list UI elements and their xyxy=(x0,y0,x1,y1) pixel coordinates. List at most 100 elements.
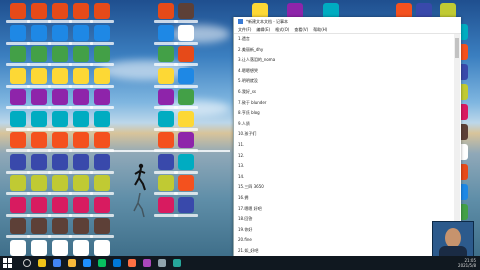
desktop-shortcut-icon[interactable] xyxy=(158,46,174,62)
file-explorer-icon[interactable] xyxy=(38,259,46,267)
desktop-shortcut-icon[interactable] xyxy=(94,132,110,148)
desktop-shortcut-icon[interactable] xyxy=(31,110,47,127)
text-area[interactable]: 1.遗言 2.美丽新_dhy 3.让人落泪的_noma 4.嗯嗯想哭 5.明明就没 6.我… xyxy=(238,36,449,264)
desktop-shortcut-icon[interactable] xyxy=(52,175,68,191)
desktop-shortcut-icon[interactable] xyxy=(178,153,194,170)
wechat-icon[interactable] xyxy=(98,259,106,267)
desktop-shortcut-icon[interactable] xyxy=(178,110,194,127)
desktop-shortcut-icon[interactable] xyxy=(52,89,68,105)
system-clock[interactable]: 21:05 2021/5/8 xyxy=(458,258,476,268)
desktop-shortcut-icon[interactable] xyxy=(10,196,26,213)
desktop-shortcut-icon[interactable] xyxy=(52,218,68,234)
desktop-shortcut-icon[interactable] xyxy=(73,218,89,234)
desktop-shortcut-icon[interactable] xyxy=(31,239,47,256)
desktop-shortcut-icon[interactable] xyxy=(94,196,110,213)
desktop-shortcut-icon[interactable] xyxy=(73,175,89,191)
desktop-shortcut-icon[interactable] xyxy=(10,46,26,62)
desktop-shortcut-icon[interactable] xyxy=(10,67,26,84)
edge-icon[interactable] xyxy=(113,259,121,267)
desktop-shortcut-icon[interactable] xyxy=(73,110,89,127)
desktop-shortcut-icon[interactable] xyxy=(52,110,68,127)
desktop-shortcut-icon[interactable] xyxy=(94,175,110,191)
desktop-shortcut-icon[interactable] xyxy=(94,153,110,170)
desktop-shortcut-icon[interactable] xyxy=(158,132,174,148)
desktop-shortcut-icon[interactable] xyxy=(52,46,68,62)
desktop-shortcut-icon[interactable] xyxy=(94,3,110,19)
desktop-shortcut-icon[interactable] xyxy=(10,153,26,170)
desktop-shortcut-icon[interactable] xyxy=(31,153,47,170)
search-icon[interactable] xyxy=(23,259,31,267)
menu-item[interactable]: 文件(F) xyxy=(238,27,251,33)
desktop-shortcut-icon[interactable] xyxy=(178,24,194,41)
desktop-shortcut-icon[interactable] xyxy=(52,3,68,19)
chrome-icon[interactable] xyxy=(53,259,61,267)
desktop-shortcut-icon[interactable] xyxy=(31,24,47,41)
desktop-shortcut-icon[interactable] xyxy=(73,46,89,62)
desktop-shortcut-icon[interactable] xyxy=(10,3,26,19)
desktop-shortcut-icon[interactable] xyxy=(52,24,68,41)
desktop-shortcut-icon[interactable] xyxy=(94,24,110,41)
desktop-shortcut-icon[interactable] xyxy=(31,218,47,234)
folder-icon[interactable] xyxy=(68,259,76,267)
desktop-shortcut-icon[interactable] xyxy=(10,175,26,191)
scrollbar-thumb[interactable] xyxy=(455,38,459,58)
desktop-shortcut-icon[interactable] xyxy=(158,3,174,19)
desktop-shortcut-icon[interactable] xyxy=(10,110,26,127)
title-bar[interactable]: *新建文本文档 - 记事本 xyxy=(234,17,461,26)
desktop-shortcut-icon[interactable] xyxy=(73,3,89,19)
desktop-shortcut-icon[interactable] xyxy=(10,89,26,105)
desktop-shortcut-icon[interactable] xyxy=(94,89,110,105)
desktop-shortcut-icon[interactable] xyxy=(10,132,26,148)
desktop-shortcut-icon[interactable] xyxy=(178,132,194,148)
desktop-shortcut-icon[interactable] xyxy=(178,3,194,19)
desktop-shortcut-icon[interactable] xyxy=(94,46,110,62)
desktop-shortcut-icon[interactable] xyxy=(158,24,174,41)
menu-item[interactable]: 编辑(E) xyxy=(256,27,270,33)
desktop-shortcut-icon[interactable] xyxy=(178,46,194,62)
desktop-shortcut-icon[interactable] xyxy=(178,196,194,213)
desktop-shortcut-icon[interactable] xyxy=(178,67,194,84)
desktop-shortcut-icon[interactable] xyxy=(31,46,47,62)
desktop-shortcut-icon[interactable] xyxy=(94,67,110,84)
desktop-shortcut-icon[interactable] xyxy=(31,89,47,105)
desktop-shortcut-icon[interactable] xyxy=(158,89,174,105)
desktop-shortcut-icon[interactable] xyxy=(10,24,26,41)
desktop-shortcut-icon[interactable] xyxy=(73,89,89,105)
desktop-shortcut-icon[interactable] xyxy=(73,24,89,41)
desktop-shortcut-icon[interactable] xyxy=(158,196,174,213)
settings-icon[interactable] xyxy=(158,259,166,267)
desktop-shortcut-icon[interactable] xyxy=(178,175,194,191)
desktop-shortcut-icon[interactable] xyxy=(10,218,26,234)
desktop-shortcut-icon[interactable] xyxy=(31,3,47,19)
desktop-shortcut-icon[interactable] xyxy=(52,153,68,170)
desktop-shortcut-icon[interactable] xyxy=(31,132,47,148)
desktop-shortcut-icon[interactable] xyxy=(158,153,174,170)
menu-item[interactable]: 帮助(H) xyxy=(313,27,327,33)
mail-icon[interactable] xyxy=(128,259,136,267)
menu-item[interactable]: 格式(O) xyxy=(275,27,289,33)
desktop-shortcut-icon[interactable] xyxy=(178,89,194,105)
desktop-shortcut-icon[interactable] xyxy=(94,110,110,127)
windows-start-icon[interactable] xyxy=(3,258,13,268)
desktop-shortcut-icon[interactable] xyxy=(52,132,68,148)
desktop-shortcut-icon[interactable] xyxy=(52,67,68,84)
desktop-shortcut-icon[interactable] xyxy=(158,67,174,84)
desktop-shortcut-icon[interactable] xyxy=(10,239,26,256)
desktop-shortcut-icon[interactable] xyxy=(31,196,47,213)
menu-item[interactable]: 查看(V) xyxy=(294,27,308,33)
desktop-shortcut-icon[interactable] xyxy=(94,218,110,234)
desktop-shortcut-icon[interactable] xyxy=(158,175,174,191)
qq-icon[interactable] xyxy=(83,259,91,267)
desktop-shortcut-icon[interactable] xyxy=(52,239,68,256)
desktop-shortcut-icon[interactable] xyxy=(31,67,47,84)
desktop-shortcut-icon[interactable] xyxy=(52,196,68,213)
notepad-window[interactable]: *新建文本文档 - 记事本 文件(F) 编辑(E) 格式(O) 查看(V) 帮助(H) … xyxy=(233,17,461,264)
desktop-shortcut-icon[interactable] xyxy=(73,239,89,256)
notepad-icon[interactable] xyxy=(173,259,181,267)
desktop-shortcut-icon[interactable] xyxy=(73,132,89,148)
desktop-shortcut-icon[interactable] xyxy=(31,175,47,191)
desktop-shortcut-icon[interactable] xyxy=(94,239,110,256)
media-icon[interactable] xyxy=(143,259,151,267)
desktop-shortcut-icon[interactable] xyxy=(73,196,89,213)
desktop-shortcut-icon[interactable] xyxy=(73,67,89,84)
